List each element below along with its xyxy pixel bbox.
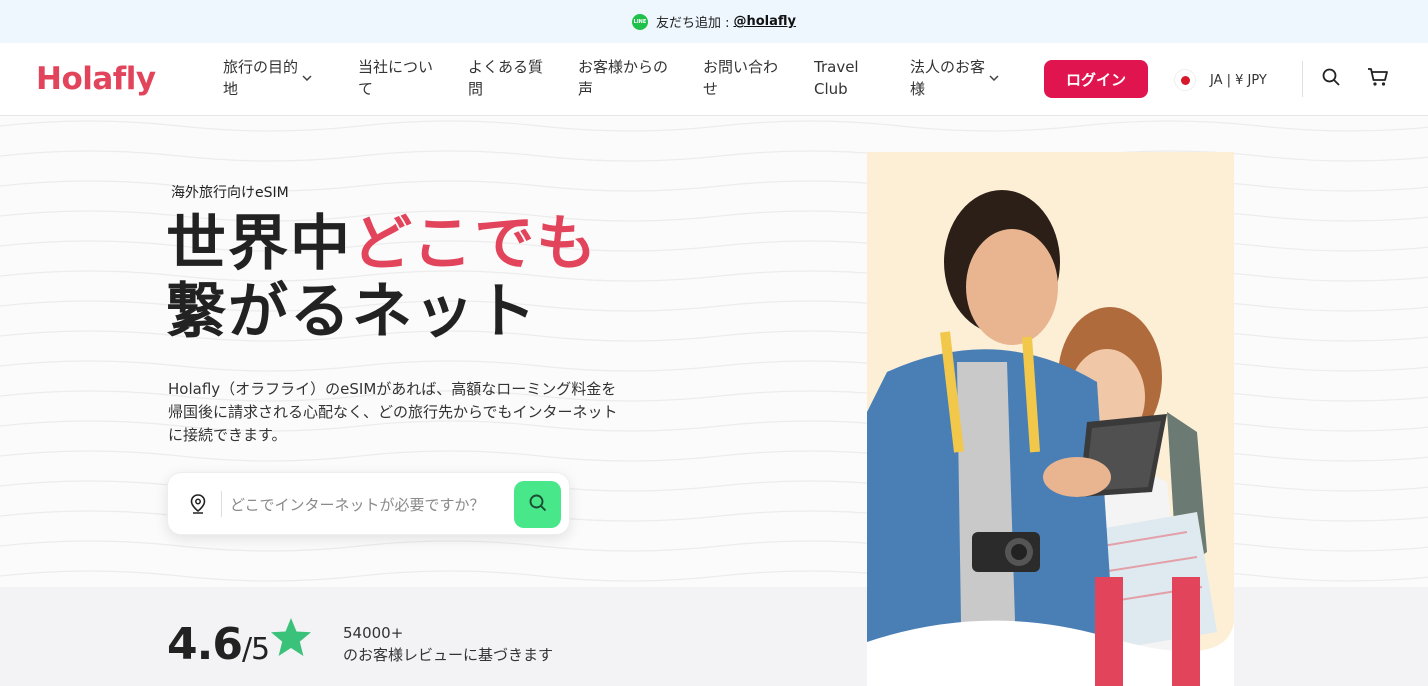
cart-icon[interactable] (1367, 67, 1389, 91)
hero-travelers-photo (867, 152, 1234, 686)
chevron-down-icon (302, 68, 312, 90)
chevron-down-icon (989, 68, 999, 90)
star-icon (270, 617, 312, 661)
search-submit-button[interactable] (514, 481, 561, 528)
line-promo-bar: LINE 友だち追加 : @holafly (0, 0, 1428, 43)
nav-reviews-label: お客様からの 声 (578, 58, 669, 98)
rating-score: 4.6/5 (167, 619, 270, 670)
language-currency-label: JA | ¥ JPY (1210, 72, 1267, 88)
nav-business[interactable]: 法人のお客 様 (910, 56, 999, 100)
line-icon: LINE (631, 13, 648, 30)
nav-about[interactable]: 当社につい て (358, 56, 433, 100)
destination-search-box (167, 472, 570, 535)
holafly-logo[interactable]: Holafly (36, 61, 156, 97)
line-promo-text: 友だち追加 : (655, 16, 730, 31)
site-header: Holafly 旅行の目的 地 当社につい て よくある質 問 お客様からの 声… (0, 43, 1428, 116)
nav-destinations-label: 旅行の目的 地 (223, 58, 299, 98)
headline-part1: 世界中 (166, 209, 352, 279)
headline-accent: どこでも (352, 209, 599, 279)
header-divider (1302, 61, 1303, 97)
nav-travel-club-label: Travel Club (814, 58, 859, 98)
review-caption: のお客様レビューに基づきます (343, 646, 554, 664)
nav-reviews[interactable]: お客様からの 声 (578, 56, 668, 100)
review-count: 54000+ (343, 624, 404, 642)
hero-headline: 世界中どこでも 繋がるネット (166, 210, 598, 346)
line-handle-link[interactable]: @holafly (733, 14, 796, 29)
nav-business-label: 法人のお客 様 (910, 58, 986, 98)
rating-out-of: /5 (241, 632, 270, 667)
location-pin-icon (190, 494, 206, 518)
japan-flag-icon (1174, 69, 1196, 91)
hero-eyebrow: 海外旅行向けeSIM (171, 185, 289, 201)
search-icon[interactable] (1322, 68, 1340, 90)
search-separator (221, 491, 222, 517)
nav-faq-label: よくある質 問 (468, 58, 544, 98)
nav-about-label: 当社につい て (358, 58, 434, 98)
nav-contact[interactable]: お問い合わ せ (703, 56, 778, 100)
nav-destinations[interactable]: 旅行の目的 地 (223, 56, 312, 100)
nav-faq[interactable]: よくある質 問 (468, 56, 543, 100)
language-currency-selector[interactable]: JA | ¥ JPY (1174, 69, 1267, 91)
destination-search-input[interactable] (230, 491, 510, 519)
nav-travel-club[interactable]: Travel Club (814, 56, 859, 100)
search-icon (529, 494, 547, 515)
rating-value: 4.6 (167, 619, 243, 670)
nav-contact-label: お問い合わ せ (703, 58, 779, 98)
headline-line2: 繋がるネット (166, 277, 538, 347)
review-summary: 54000+ のお客様レビューに基づきます (343, 622, 553, 666)
hero-description: Holafly（オラフライ）のeSIMがあれば、高額なローミング料金を帰国後に請… (168, 380, 618, 444)
login-button[interactable]: ログイン (1044, 60, 1148, 98)
